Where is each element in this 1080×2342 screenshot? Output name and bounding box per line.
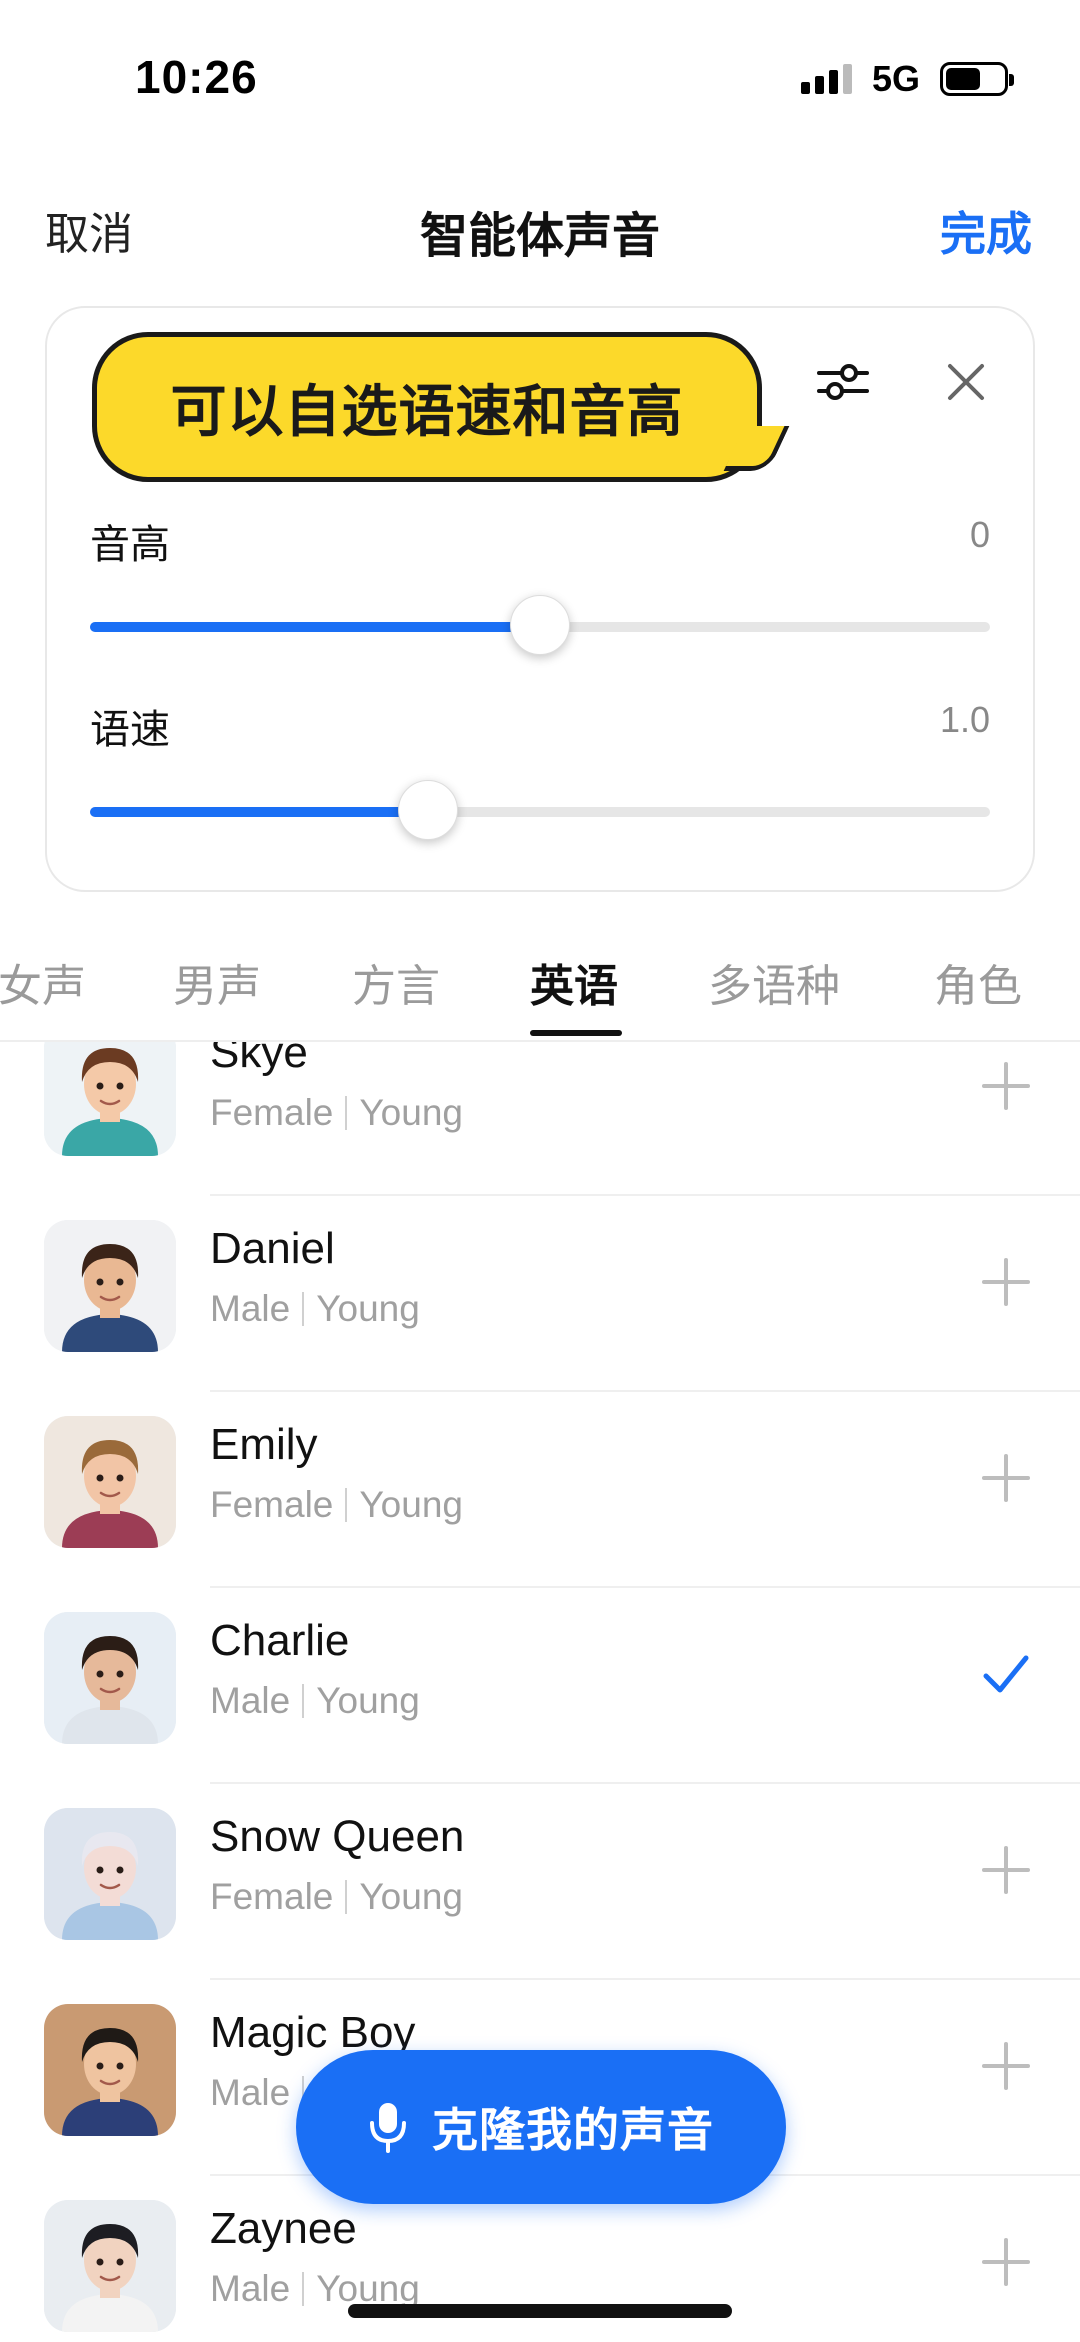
cancel-button[interactable]: 取消 bbox=[45, 198, 133, 262]
voice-gender: Female bbox=[210, 1876, 334, 1917]
status-icons: 5G bbox=[800, 58, 1014, 100]
voice-age: Young bbox=[316, 1288, 420, 1329]
pitch-slider-fill bbox=[90, 622, 540, 632]
pitch-label: 音高 bbox=[90, 523, 170, 567]
speed-slider-fill bbox=[90, 807, 428, 817]
battery-level bbox=[946, 68, 980, 90]
speed-value: 1.0 bbox=[939, 699, 990, 740]
battery-icon bbox=[940, 62, 1014, 96]
clone-voice-button[interactable]: 克隆我的声音 bbox=[296, 2050, 786, 2204]
voice-age: Young bbox=[316, 1680, 420, 1721]
add-icon[interactable] bbox=[976, 1448, 1036, 1508]
voice-name: Charlie bbox=[210, 1616, 350, 1665]
voice-meta: Male Young bbox=[210, 1288, 420, 1330]
microphone-icon bbox=[370, 2103, 406, 2153]
tab-english[interactable]: 英语 bbox=[530, 950, 618, 1014]
add-icon[interactable] bbox=[976, 2232, 1036, 2292]
magic-boy-avatar bbox=[44, 2004, 176, 2136]
voice-name: Zaynee bbox=[210, 2204, 357, 2253]
speed-slider-thumb[interactable] bbox=[397, 780, 458, 840]
meta-separator bbox=[345, 1096, 348, 1130]
voice-meta: Female Young bbox=[210, 1484, 463, 1526]
voice-age: Young bbox=[359, 1484, 463, 1525]
tab-female[interactable]: 女声 bbox=[0, 950, 86, 1014]
voice-gender: Male bbox=[210, 2072, 291, 2113]
category-tabs: 女声 男声 方言 英语 多语种 角色 bbox=[0, 950, 1080, 1040]
voice-row[interactable]: Skye Female Young bbox=[0, 1042, 1080, 1196]
voice-meta: Female Young bbox=[210, 1092, 463, 1134]
voice-age: Young bbox=[359, 1876, 463, 1917]
add-icon[interactable] bbox=[976, 2036, 1036, 2096]
add-icon[interactable] bbox=[976, 1056, 1036, 1116]
pitch-slider[interactable] bbox=[90, 595, 990, 655]
checkmark-icon[interactable] bbox=[976, 1644, 1036, 1704]
voice-row[interactable]: Daniel Male Young bbox=[0, 1196, 1080, 1392]
home-indicator[interactable] bbox=[348, 2304, 732, 2318]
sliders-icon[interactable] bbox=[815, 360, 871, 404]
voice-gender: Female bbox=[210, 1092, 334, 1133]
voice-row[interactable]: Emily Female Young bbox=[0, 1392, 1080, 1588]
pitch-value: 0 bbox=[969, 514, 990, 555]
meta-separator bbox=[302, 1684, 305, 1718]
tab-character[interactable]: 角色 bbox=[934, 950, 1022, 1014]
page-title: 智能体声音 bbox=[419, 210, 660, 263]
speed-slider[interactable] bbox=[90, 780, 990, 840]
meta-separator bbox=[302, 2272, 305, 2306]
voice-age: Young bbox=[359, 1092, 463, 1133]
active-tab-indicator bbox=[530, 1030, 622, 1036]
add-icon[interactable] bbox=[976, 1840, 1036, 1900]
network-label: 5G bbox=[871, 58, 920, 99]
zaynee-avatar bbox=[44, 2200, 176, 2332]
tooltip-text: 可以自选语速和音高 bbox=[170, 379, 684, 443]
emily-avatar bbox=[44, 1416, 176, 1548]
clone-voice-label: 克隆我的声音 bbox=[432, 2104, 714, 2156]
voice-name: Skye bbox=[210, 1042, 308, 1077]
tab-male[interactable]: 男声 bbox=[173, 950, 261, 1014]
status-time: 10:26 bbox=[135, 51, 258, 103]
meta-separator bbox=[302, 1292, 305, 1326]
voice-gender: Male bbox=[210, 1288, 291, 1329]
voice-gender: Female bbox=[210, 1484, 334, 1525]
tooltip-bubble: 可以自选语速和音高 bbox=[92, 332, 762, 482]
voice-settings-screen: 10:26 5G 智能体声音 取消 完成 可以自选语速和音高 音高 0 语速 1… bbox=[0, 0, 1080, 2342]
snow-queen-avatar bbox=[44, 1808, 176, 1940]
done-button[interactable]: 完成 bbox=[940, 198, 1032, 264]
voice-meta: Female Young bbox=[210, 1876, 463, 1918]
daniel-avatar bbox=[44, 1220, 176, 1352]
skye-avatar bbox=[44, 1042, 176, 1156]
charlie-avatar bbox=[44, 1612, 176, 1744]
meta-separator bbox=[345, 1488, 348, 1522]
signal-icon bbox=[800, 64, 852, 94]
voice-row[interactable]: Charlie Male Young bbox=[0, 1588, 1080, 1784]
pitch-slider-thumb[interactable] bbox=[510, 595, 570, 655]
voice-name: Snow Queen bbox=[210, 1812, 465, 1861]
tab-dialect[interactable]: 方言 bbox=[352, 950, 440, 1014]
speed-label: 语速 bbox=[90, 708, 170, 752]
add-icon[interactable] bbox=[976, 1252, 1036, 1312]
tab-multilingual[interactable]: 多语种 bbox=[708, 950, 840, 1014]
voice-row[interactable]: Snow Queen Female Young bbox=[0, 1784, 1080, 1980]
voice-gender: Male bbox=[210, 2268, 291, 2309]
voice-gender: Male bbox=[210, 1680, 291, 1721]
voice-meta: Male Young bbox=[210, 1680, 420, 1722]
close-icon[interactable] bbox=[944, 360, 988, 404]
voice-name: Emily bbox=[210, 1420, 318, 1469]
voice-name: Daniel bbox=[210, 1224, 335, 1273]
meta-separator bbox=[345, 1880, 348, 1914]
